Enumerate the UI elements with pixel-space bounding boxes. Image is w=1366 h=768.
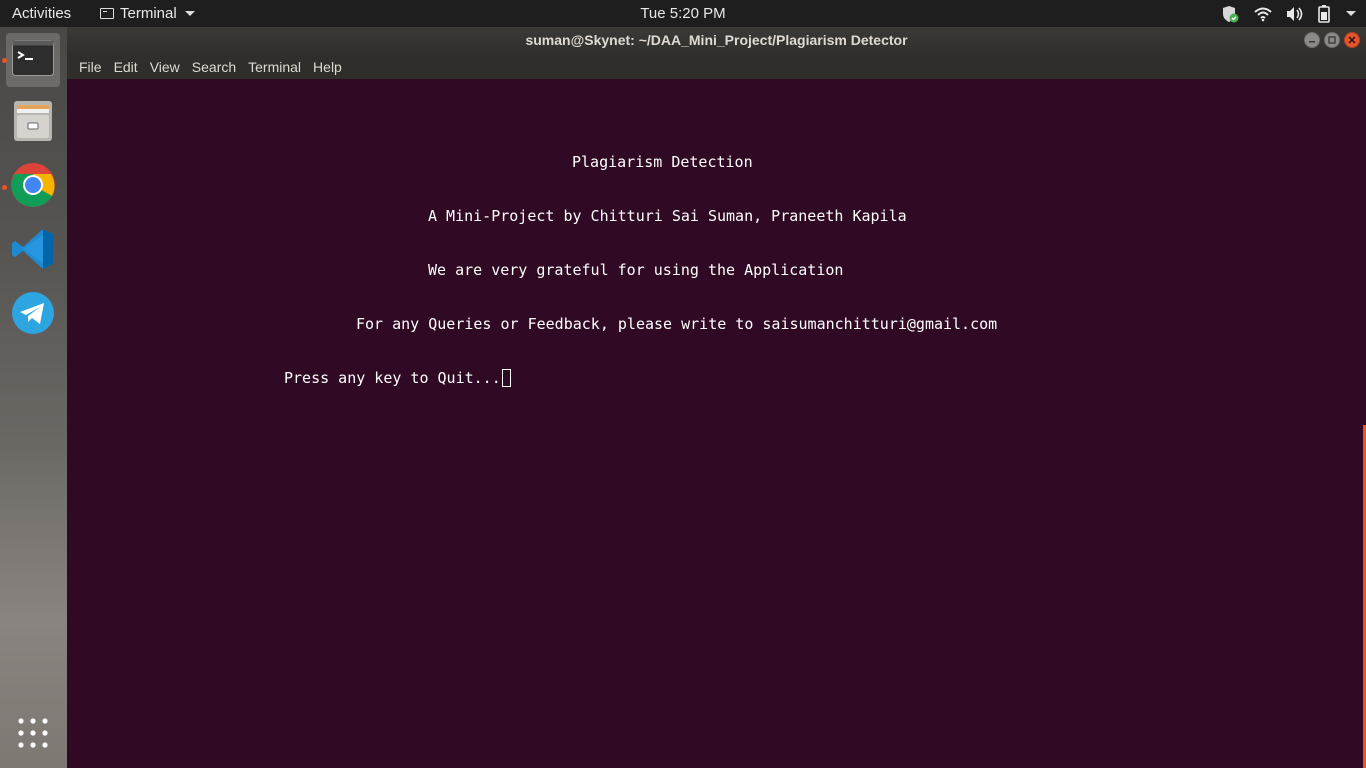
minimize-button[interactable] bbox=[1304, 32, 1320, 48]
menu-search[interactable]: Search bbox=[186, 59, 242, 75]
dock-chrome[interactable] bbox=[2, 160, 60, 214]
dock bbox=[0, 27, 67, 768]
system-menu-chevron-icon[interactable] bbox=[1346, 11, 1356, 16]
close-button[interactable] bbox=[1344, 32, 1360, 48]
telegram-icon bbox=[11, 291, 55, 340]
app-menu[interactable]: Terminal bbox=[100, 5, 195, 22]
shield-icon[interactable] bbox=[1220, 4, 1240, 24]
top-bar: Activities Terminal Tue 5:20 PM bbox=[0, 0, 1366, 27]
terminal-small-icon bbox=[100, 8, 114, 19]
menu-help[interactable]: Help bbox=[307, 59, 348, 75]
activities-button[interactable]: Activities bbox=[12, 5, 71, 22]
menu-bar: File Edit View Search Terminal Help bbox=[67, 54, 1366, 79]
text-cursor bbox=[501, 369, 511, 387]
dock-vscode[interactable] bbox=[6, 224, 60, 278]
terminal-line-title: Plagiarism Detection bbox=[572, 153, 753, 171]
window-titlebar[interactable]: suman@Skynet: ~/DAA_Mini_Project/Plagiar… bbox=[67, 27, 1366, 54]
dock-terminal[interactable] bbox=[2, 33, 60, 87]
volume-icon[interactable] bbox=[1286, 6, 1304, 22]
dock-telegram[interactable] bbox=[6, 288, 60, 342]
menu-file[interactable]: File bbox=[73, 59, 108, 75]
vscode-icon bbox=[11, 227, 55, 276]
maximize-icon bbox=[1328, 36, 1336, 44]
close-icon bbox=[1348, 36, 1356, 44]
system-tray[interactable] bbox=[1220, 3, 1356, 24]
wifi-icon[interactable] bbox=[1254, 6, 1272, 22]
terminal-line-thanks: We are very grateful for using the Appli… bbox=[428, 261, 844, 279]
menu-view[interactable]: View bbox=[144, 59, 186, 75]
terminal-line-authors: A Mini-Project by Chitturi Sai Suman, Pr… bbox=[428, 207, 907, 225]
chrome-icon bbox=[10, 162, 56, 213]
running-indicator bbox=[2, 58, 7, 63]
minimize-icon bbox=[1309, 41, 1315, 43]
app-grid-icon bbox=[17, 717, 49, 754]
window-title: suman@Skynet: ~/DAA_Mini_Project/Plagiar… bbox=[525, 32, 908, 48]
files-icon bbox=[12, 99, 54, 148]
battery-icon[interactable] bbox=[1318, 4, 1330, 23]
running-indicator bbox=[2, 185, 7, 190]
terminal-icon bbox=[12, 39, 54, 81]
maximize-button[interactable] bbox=[1324, 32, 1340, 48]
terminal-window: suman@Skynet: ~/DAA_Mini_Project/Plagiar… bbox=[67, 27, 1366, 768]
terminal-line-contact: For any Queries or Feedback, please writ… bbox=[356, 315, 998, 333]
app-menu-label: Terminal bbox=[120, 5, 177, 22]
chevron-down-icon bbox=[184, 11, 195, 16]
dock-show-apps[interactable] bbox=[6, 708, 60, 762]
terminal-line-prompt: Press any key to Quit... bbox=[284, 369, 511, 387]
menu-edit[interactable]: Edit bbox=[108, 59, 144, 75]
quit-prompt-text: Press any key to Quit... bbox=[284, 369, 501, 387]
dock-files[interactable] bbox=[6, 96, 60, 150]
clock[interactable]: Tue 5:20 PM bbox=[640, 5, 725, 22]
terminal-output[interactable]: Plagiarism Detection A Mini-Project by C… bbox=[67, 79, 1366, 768]
menu-terminal[interactable]: Terminal bbox=[242, 59, 307, 75]
